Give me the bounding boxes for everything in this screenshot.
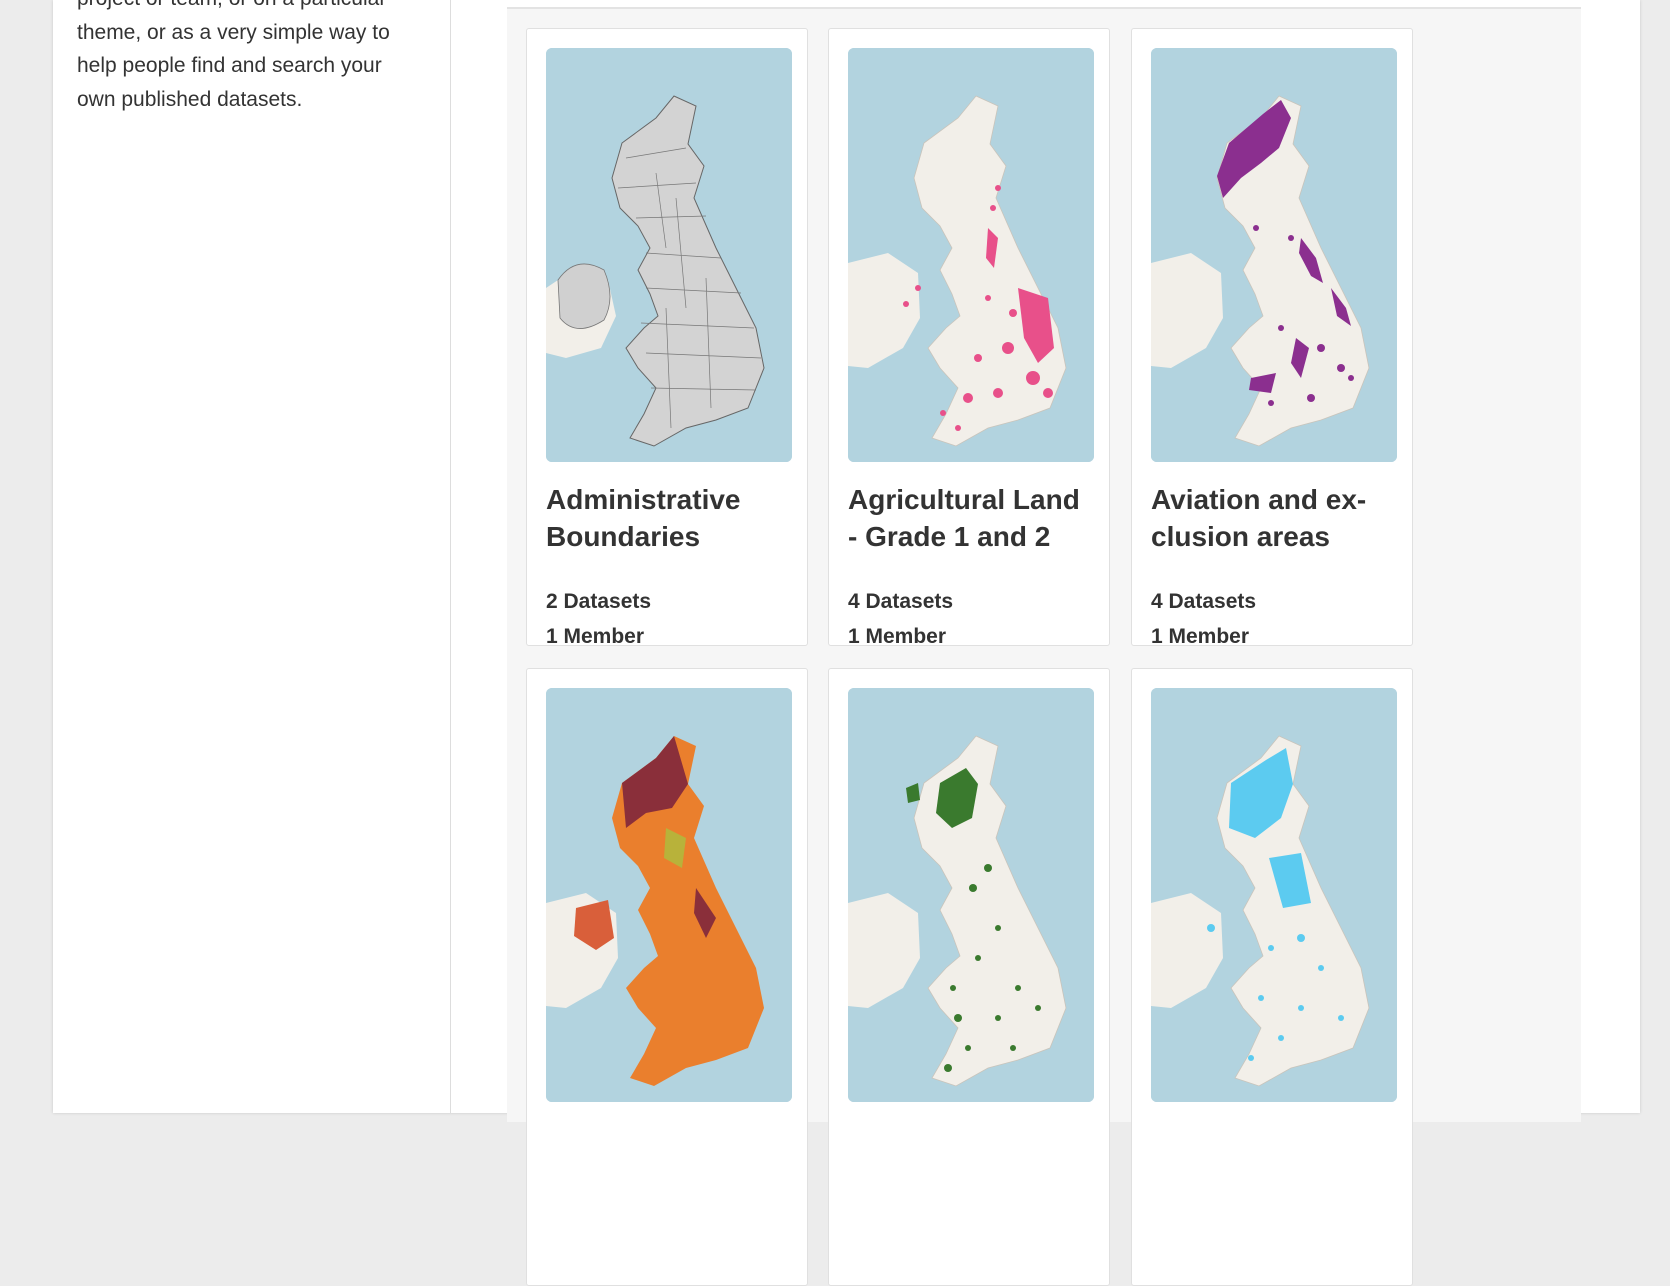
member-count: 1 Member [848, 625, 947, 648]
group-title-line: Aviation and ex- [1151, 484, 1367, 515]
dataset-count: 4 Datasets [848, 590, 954, 613]
groups-grid: Administrative Boundaries 2 Datasets 1 M… [507, 7, 1581, 1286]
sidebar-description-line: project or team, or on a particular [77, 0, 386, 10]
group-card-land-cover[interactable] [526, 668, 808, 1286]
dataset-count: 4 Datasets [1151, 590, 1257, 613]
uk-water-bodies-map-icon[interactable] [1151, 688, 1397, 1102]
group-card-administrative-boundaries[interactable]: Administrative Boundaries 2 Datasets 1 M… [526, 28, 808, 648]
group-card-agricultural-land[interactable]: Agricultural Land - Grade 1 and 2 4 Data… [828, 28, 1110, 648]
sidebar-description: project or team, or on a particular them… [77, 0, 427, 116]
member-count: 1 Member [1151, 625, 1250, 648]
group-card-aviation-exclusion-areas[interactable]: Aviation and ex- clusion areas 4 Dataset… [1131, 28, 1413, 648]
group-title-line: Administrative [546, 484, 741, 515]
uk-boundaries-map-icon[interactable] [546, 48, 792, 462]
group-title-line: - Grade 1 and 2 [848, 521, 1051, 552]
uk-aviation-exclusion-map-icon[interactable] [1151, 48, 1397, 462]
page-container: project or team, or on a particular them… [53, 0, 1640, 1286]
group-title[interactable]: Aviation and ex- clusion areas [1151, 481, 1401, 555]
group-card-woodland[interactable] [828, 668, 1110, 1286]
group-title-line: Boundaries [546, 521, 701, 552]
uk-agricultural-land-map-icon[interactable] [848, 48, 1094, 462]
sidebar: project or team, or on a particular them… [53, 0, 451, 1113]
sidebar-description-line: own published datasets. [77, 87, 303, 111]
dataset-count: 2 Datasets [546, 590, 652, 613]
member-count: 1 Member [546, 625, 645, 648]
uk-land-cover-map-icon[interactable] [546, 688, 792, 1102]
group-title-line: Agricultural Land [848, 484, 1080, 515]
group-title[interactable]: Administrative Boundaries [546, 481, 796, 555]
sidebar-description-line: help people find and search your [77, 54, 382, 77]
sidebar-description-line: theme, or as a very simple way to [77, 20, 390, 44]
group-title-line: clusion areas [1151, 521, 1330, 552]
uk-woodland-map-icon[interactable] [848, 688, 1094, 1102]
group-card-water-bodies[interactable] [1131, 668, 1413, 1286]
group-title[interactable]: Agricultural Land - Grade 1 and 2 [848, 481, 1098, 555]
